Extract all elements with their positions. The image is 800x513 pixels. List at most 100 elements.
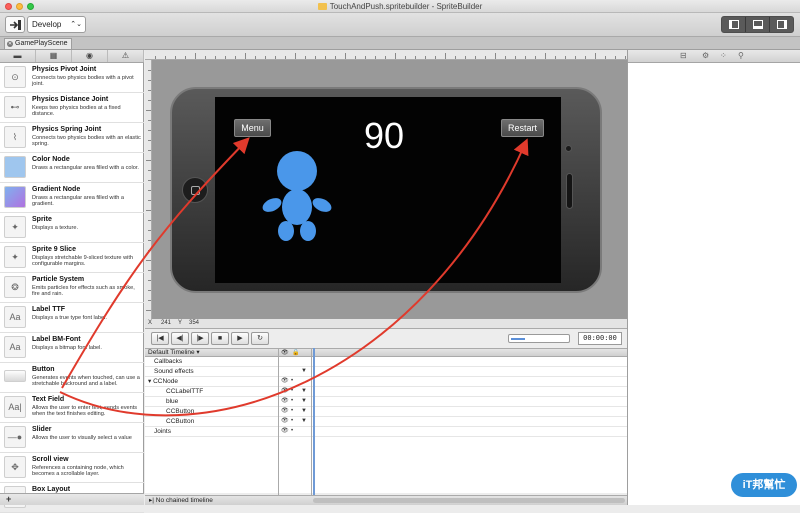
visibility-eye-icon[interactable]: 👁	[281, 417, 289, 426]
keyframe-arrow-icon[interactable]: ▼	[301, 367, 307, 376]
position-readout-bar: X 241 Y 354	[145, 319, 627, 329]
stage-view[interactable]: Menu Restart 90	[145, 50, 627, 319]
keyframe-arrow-icon[interactable]: ▼	[301, 397, 307, 406]
library-item[interactable]: ✦ Sprite Displays a texture.	[0, 213, 144, 243]
timeline-selector[interactable]: Default Timeline ▾	[148, 349, 200, 357]
library-item[interactable]: Aa| Text Field Allows the user to enter te…	[0, 393, 144, 423]
configuration-select[interactable]: Develop ⌃⌄	[27, 16, 86, 33]
library-item-description: Draws a rectangular area filled with a g…	[32, 195, 125, 208]
goto-start-button[interactable]: |◀	[151, 332, 169, 345]
lock-dot-icon[interactable]: •	[291, 417, 293, 426]
keyframe-arrow-icon[interactable]: ▼	[301, 387, 307, 396]
library-item-description: Displays a texture.	[32, 225, 79, 231]
library-item-name: Sprite	[32, 216, 52, 223]
timeline-row[interactable]: ▾ CCNode 👁 •	[145, 377, 627, 387]
timeline-row[interactable]: CCButton 👁 • ▼	[145, 407, 627, 417]
library-item[interactable]: ⊷ Physics Distance Joint Keeps two physics…	[0, 93, 144, 123]
library-footer: +	[0, 493, 144, 505]
playhead[interactable]	[313, 348, 315, 495]
library-item-description: Connects two physics bodies with a pivot…	[32, 75, 134, 88]
library-item[interactable]: Button Generates events when touched, can…	[0, 363, 144, 393]
visibility-eye-icon[interactable]: 👁	[281, 407, 289, 416]
loop-button[interactable]: ↻	[251, 332, 269, 345]
template-tab-icon[interactable]: ⁘	[720, 51, 727, 60]
add-icon[interactable]: +	[6, 494, 11, 505]
lock-dot-icon[interactable]: •	[291, 427, 293, 436]
library-item[interactable]: ⌇ Physics Spring Joint Connects two physic…	[0, 123, 144, 153]
lock-dot-icon[interactable]: •	[291, 387, 293, 396]
library-item[interactable]: ✥ Scroll view References a containing node…	[0, 453, 144, 483]
timeline-row[interactable]: Callbacks	[145, 357, 627, 367]
visibility-eye-icon[interactable]: 👁	[281, 427, 289, 436]
visibility-eye-icon[interactable]: 👁	[281, 387, 289, 396]
timeline-row-name: CCButton	[166, 408, 195, 415]
y-label: Y	[178, 320, 183, 326]
document-tab-bar: ✕ GamePlayScene	[0, 37, 800, 50]
device-screen: Menu Restart 90	[215, 97, 561, 283]
library-item-description: Allows the user to enter text, sends eve…	[32, 405, 138, 418]
warnings-tab-icon[interactable]: ⚠	[108, 50, 144, 62]
files-tab-icon[interactable]: ▬	[0, 50, 36, 62]
library-item[interactable]: Color Node Draws a rectangular area fille…	[0, 153, 144, 183]
library-item[interactable]: Gradient Node Draws a rectangular area fi…	[0, 183, 144, 213]
timeline-row[interactable]: CCLabelTTF 👁 • ▼	[145, 387, 627, 397]
library-item[interactable]: ❂ Particle System Emits particles for effe…	[0, 273, 144, 303]
settings-tab-icon[interactable]: ⚲	[738, 51, 744, 60]
right-panel-icon	[777, 20, 787, 29]
lock-dot-icon[interactable]: •	[291, 397, 293, 406]
pivot-joint-icon: ⊙	[4, 66, 26, 88]
timeline-zoom-slider[interactable]	[508, 334, 570, 343]
close-tab-icon[interactable]: ✕	[7, 41, 13, 47]
button-icon	[4, 370, 26, 382]
stop-icon: ■	[217, 335, 223, 342]
timeline-row[interactable]: Sound effects ▼	[145, 367, 627, 377]
properties-tab-icon[interactable]: ⊟	[680, 51, 687, 60]
timeline-row-name: CCLabelTTF	[166, 388, 204, 395]
timeline-row[interactable]: blue 👁 • ▼	[145, 397, 627, 407]
library-item-description: Allows the user to visually select a val…	[32, 435, 132, 441]
visibility-eye-icon[interactable]: 👁	[281, 397, 289, 406]
node-library-tab-icon[interactable]: ▦	[36, 50, 72, 62]
step-back-button[interactable]: ◀|	[171, 332, 189, 345]
lock-dot-icon[interactable]: •	[291, 407, 293, 416]
restart-button[interactable]: Restart	[501, 119, 544, 137]
timeline-row[interactable]: Joints 👁 •	[145, 427, 627, 437]
library-item-name: Scroll view	[32, 456, 69, 463]
library-item[interactable]: ⊙ Physics Pivot Joint Connects two physics…	[0, 63, 144, 93]
toggle-left-panel-button[interactable]	[722, 17, 746, 32]
library-item[interactable]: —●— Slider Allows the user to visually sel…	[0, 423, 144, 453]
left-panel-icon	[729, 20, 739, 29]
tab-gameplayscene[interactable]: ✕ GamePlayScene	[4, 38, 72, 49]
lock-dot-icon[interactable]: •	[291, 377, 293, 386]
menu-button[interactable]: Menu	[234, 119, 271, 137]
text-field-icon: Aa|	[4, 396, 26, 418]
phone-frame: Menu Restart 90	[170, 87, 602, 293]
inspector-tabs: ⊟ ⚙ ⁘ ⚲	[628, 50, 800, 63]
library-item[interactable]: Aa Label TTF Displays a true type font lab…	[0, 303, 144, 333]
score-label[interactable]: 90	[360, 116, 408, 156]
library-item-name: Physics Pivot Joint	[32, 66, 97, 73]
library-item-description: Displays stretchable 9-sliced texture wi…	[32, 255, 134, 268]
toggle-bottom-panel-button[interactable]	[746, 17, 770, 32]
sprite-icon: ✦	[4, 216, 26, 238]
timeline-row[interactable]: CCButton 👁 • ▼	[145, 417, 627, 427]
keyframe-arrow-icon[interactable]: ▼	[301, 407, 307, 416]
step-forward-button[interactable]: |▶	[191, 332, 209, 345]
speaker-icon	[566, 173, 573, 209]
publish-button[interactable]	[5, 16, 25, 33]
timecode-display[interactable]: 00:00:00	[578, 332, 622, 345]
library-item[interactable]: ✦ Sprite 9 Slice Displays stretchable 9-sl…	[0, 243, 144, 273]
stop-button[interactable]: ■	[211, 332, 229, 345]
timeline-scrollbar[interactable]	[313, 498, 625, 503]
chained-timeline-select[interactable]: ▸| No chained timeline	[149, 496, 213, 505]
library-item-name: Label BM-Font	[32, 336, 81, 343]
code-tab-icon[interactable]: ⚙	[702, 51, 709, 60]
library-item[interactable]: Aa Label BM-Font Displays a bitmap font la…	[0, 333, 144, 363]
scroll-view-icon: ✥	[4, 456, 26, 478]
plugins-tab-icon[interactable]: ◉	[72, 50, 108, 62]
play-button[interactable]: ▶	[231, 332, 249, 345]
visibility-eye-icon[interactable]: 👁	[281, 377, 289, 386]
blue-character-sprite[interactable]	[260, 149, 332, 241]
toggle-right-panel-button[interactable]	[770, 17, 793, 32]
keyframe-arrow-icon[interactable]: ▼	[301, 417, 307, 426]
